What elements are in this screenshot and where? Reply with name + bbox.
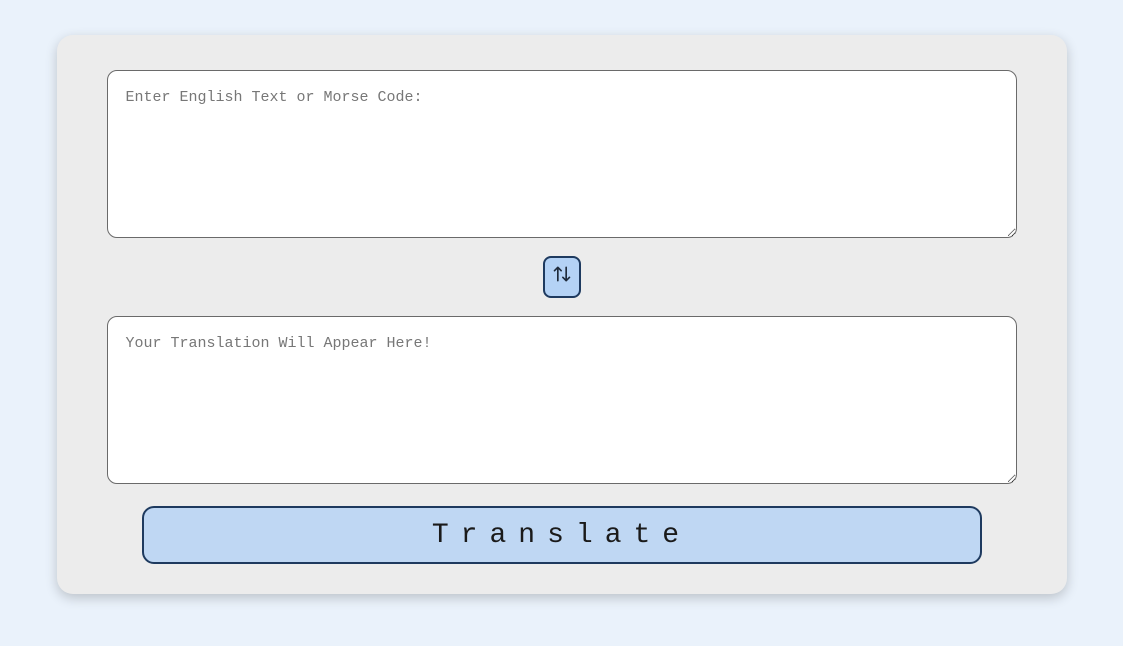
- translate-button[interactable]: Translate: [142, 506, 982, 564]
- input-textarea[interactable]: [107, 70, 1017, 238]
- translator-panel: Translate: [57, 35, 1067, 594]
- swap-button[interactable]: [543, 256, 581, 298]
- swap-vertical-icon: [552, 262, 572, 292]
- output-textarea[interactable]: [107, 316, 1017, 484]
